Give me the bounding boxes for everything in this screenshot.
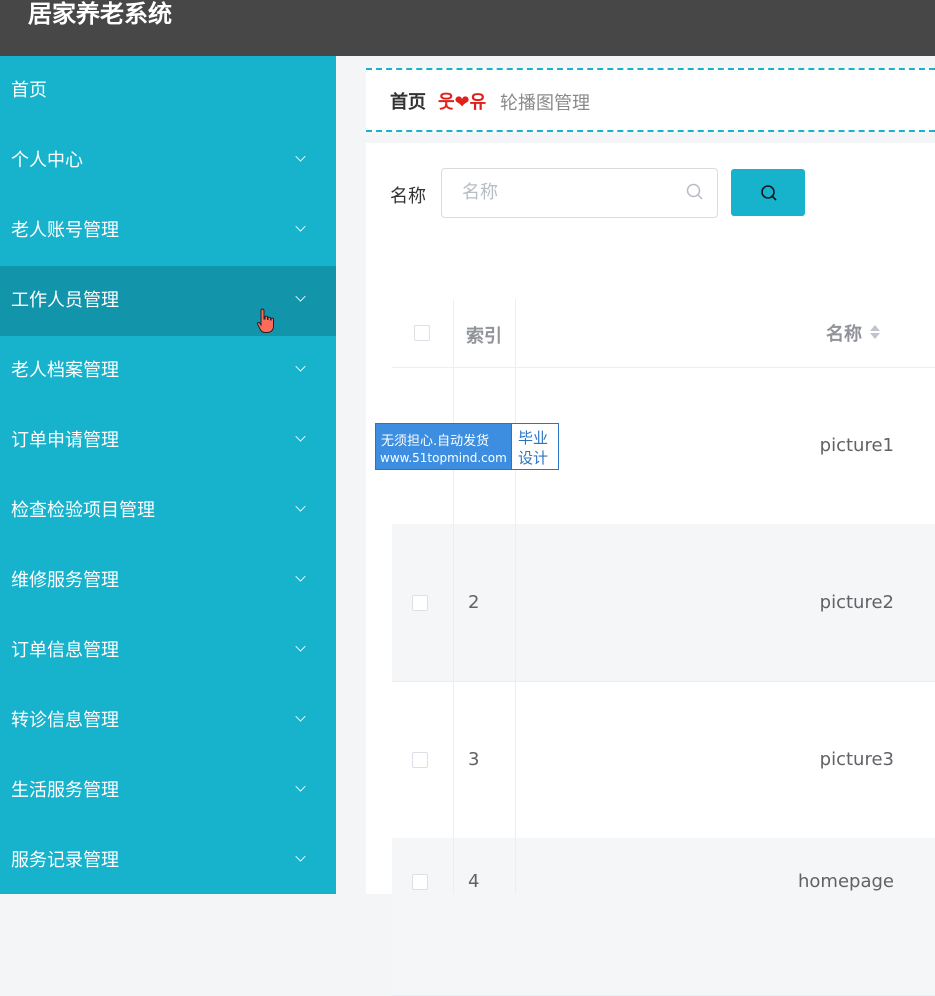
- sidebar-item-label: 个人中心: [11, 150, 83, 171]
- ad-badge-text: 设计: [518, 449, 549, 467]
- row-checkbox[interactable]: [412, 752, 428, 768]
- sidebar-item-elder-records[interactable]: 老人档案管理: [0, 336, 336, 406]
- chevron-down-icon: [295, 571, 306, 582]
- sidebar-item-label: 工作人员管理: [11, 290, 119, 311]
- sidebar-item-staff[interactable]: 工作人员管理: [0, 266, 336, 336]
- chevron-down-icon: [295, 781, 306, 792]
- sidebar-item-label: 订单申请管理: [11, 430, 119, 451]
- chevron-down-icon: [295, 851, 306, 862]
- sidebar-item-label: 服务记录管理: [11, 850, 119, 871]
- row-index: 3: [468, 749, 480, 770]
- row-name: picture1: [819, 435, 894, 456]
- row-name: picture2: [819, 592, 894, 613]
- sidebar-item-label: 转诊信息管理: [11, 710, 119, 731]
- search-button[interactable]: [731, 169, 805, 216]
- chevron-down-icon: [295, 361, 306, 372]
- sort-icon[interactable]: [869, 323, 881, 341]
- chevron-down-icon: [295, 501, 306, 512]
- table-header: 索引 名称: [392, 299, 935, 368]
- column-divider: [453, 299, 454, 894]
- sidebar-item-label: 老人账号管理: [11, 220, 119, 241]
- breadcrumb: 首页 웃❤유 轮播图管理: [366, 68, 935, 132]
- column-divider: [515, 299, 516, 894]
- sidebar-item-referral-info[interactable]: 转诊信息管理: [0, 686, 336, 756]
- table-row[interactable]: 3 picture3: [392, 681, 935, 839]
- chevron-down-icon: [295, 641, 306, 652]
- row-checkbox[interactable]: [412, 874, 428, 890]
- hand-cursor-icon: [256, 308, 274, 333]
- sidebar-item-label: 老人档案管理: [11, 360, 119, 381]
- breadcrumb-separator: 웃❤유: [438, 92, 487, 113]
- sidebar-item-life-service[interactable]: 生活服务管理: [0, 756, 336, 826]
- chevron-down-icon: [295, 221, 306, 232]
- table-row[interactable]: 4 homepage: [392, 838, 935, 996]
- sidebar-item-personal-center[interactable]: 个人中心: [0, 126, 336, 196]
- chevron-down-icon: [295, 151, 306, 162]
- breadcrumb-current: 轮播图管理: [500, 93, 590, 114]
- sidebar: 首页 个人中心 老人账号管理 工作人员管理 老人档案管理 订单申请管理 检查检验…: [0, 56, 336, 894]
- chevron-down-icon: [295, 291, 306, 302]
- sidebar-item-inspection-items[interactable]: 检查检验项目管理: [0, 476, 336, 546]
- row-index: 2: [468, 592, 480, 613]
- select-all-checkbox[interactable]: [414, 325, 430, 341]
- sidebar-item-order-info[interactable]: 订单信息管理: [0, 616, 336, 686]
- content-panel: 名称 索引 名称 1 picture1 2: [366, 143, 935, 996]
- row-name: picture3: [819, 749, 894, 770]
- row-checkbox[interactable]: [412, 595, 428, 611]
- search-label: 名称: [390, 186, 426, 207]
- row-name: homepage: [798, 871, 894, 892]
- ad-badge: 毕业 设计: [511, 424, 558, 469]
- sidebar-item-label: 检查检验项目管理: [11, 500, 155, 521]
- search-icon: [761, 185, 777, 201]
- ad-url: www.51topmind.com: [380, 451, 507, 465]
- app-title: 居家养老系统: [28, 0, 172, 28]
- search-input[interactable]: [460, 181, 674, 204]
- column-header-name[interactable]: 名称: [826, 320, 862, 346]
- ad-banner[interactable]: 无须担心.自动发货 www.51topmind.com 毕业 设计: [375, 423, 559, 470]
- search-icon: [686, 183, 703, 200]
- search-field[interactable]: [441, 168, 718, 218]
- row-index: 4: [468, 871, 480, 892]
- table-row[interactable]: 2 picture2: [392, 524, 935, 682]
- sidebar-item-elder-accounts[interactable]: 老人账号管理: [0, 196, 336, 266]
- sidebar-item-home[interactable]: 首页: [0, 56, 336, 126]
- sidebar-item-label: 维修服务管理: [11, 570, 119, 591]
- sidebar-item-order-requests[interactable]: 订单申请管理: [0, 406, 336, 476]
- chevron-down-icon: [295, 711, 306, 722]
- chevron-down-icon: [295, 431, 306, 442]
- sidebar-item-service-records[interactable]: 服务记录管理: [0, 826, 336, 896]
- column-header-index: 索引: [466, 326, 502, 347]
- sidebar-item-label: 首页: [11, 80, 47, 101]
- data-table: 索引 名称 1 picture1 2 picture2 3 picture3 4…: [392, 299, 935, 996]
- ad-badge-text: 毕业: [518, 429, 549, 447]
- sidebar-item-label: 订单信息管理: [11, 640, 119, 661]
- breadcrumb-home[interactable]: 首页: [390, 88, 426, 114]
- sidebar-item-label: 生活服务管理: [11, 780, 119, 801]
- sidebar-item-repair-service[interactable]: 维修服务管理: [0, 546, 336, 616]
- top-bar: 居家养老系统: [0, 0, 935, 56]
- ad-text: 无须担心.自动发货: [381, 434, 490, 449]
